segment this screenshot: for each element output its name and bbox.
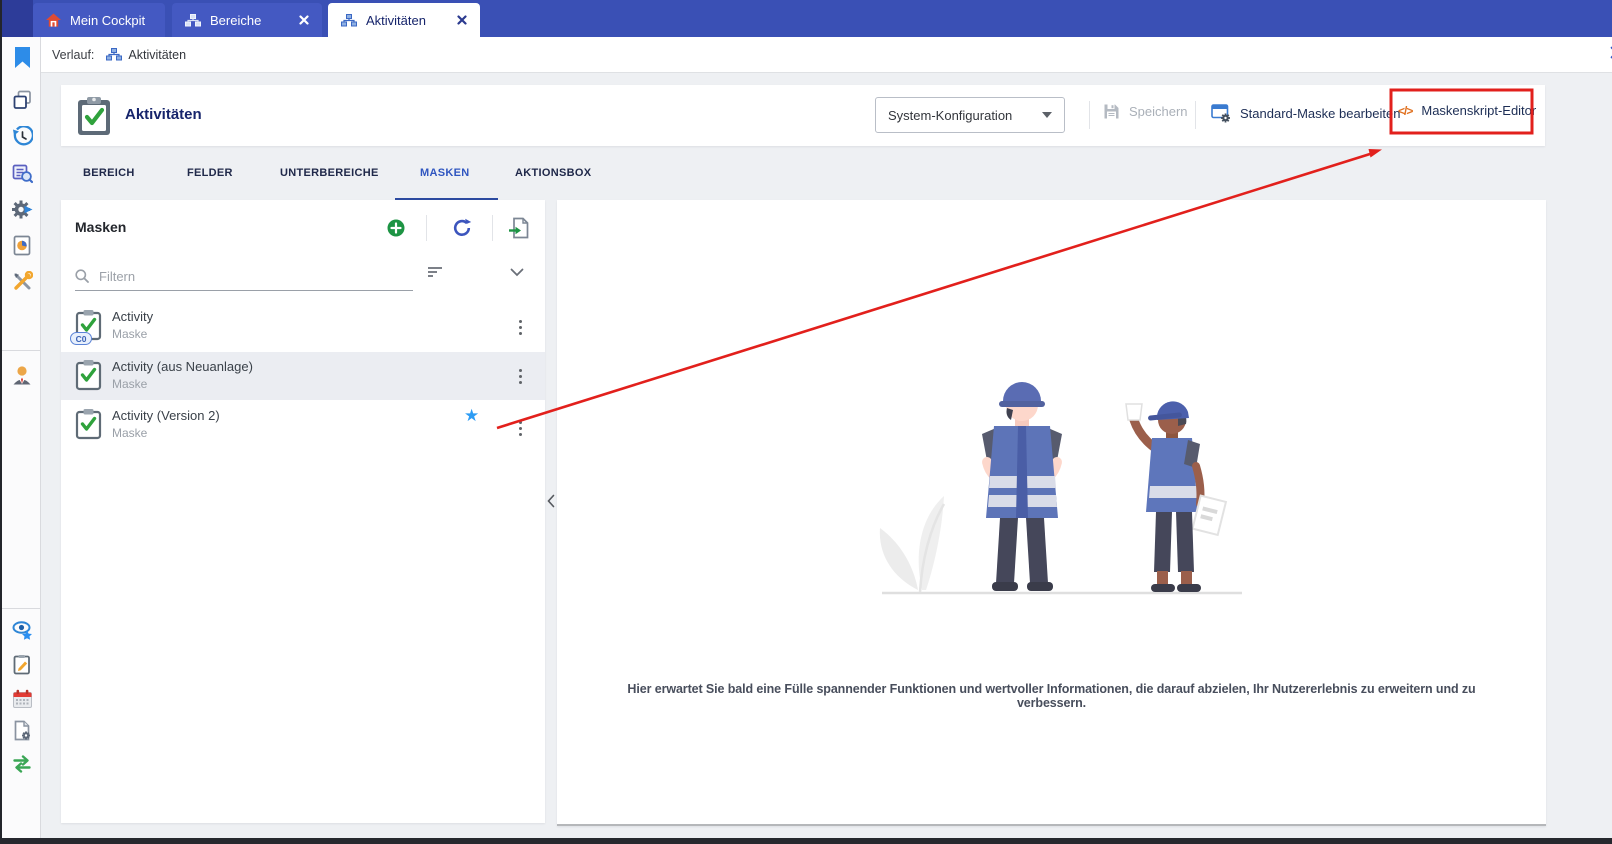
filter-input[interactable] xyxy=(97,268,413,285)
tab-unterbereiche[interactable]: UNTERBEREICHE xyxy=(280,167,379,179)
detail-panel: Hier erwartet Sie bald eine Fülle spanne… xyxy=(557,200,1546,826)
window-frame-left xyxy=(0,0,2,844)
mask-script-editor-button[interactable]: </> Maskenskript-Editor xyxy=(1398,103,1536,118)
verlauf-label: Verlauf: xyxy=(52,48,94,62)
toolbar-divider xyxy=(1089,101,1090,129)
window-tab-bar: Mein Cockpit Bereiche Aktivitäten xyxy=(0,0,1612,37)
kebab-menu-icon[interactable] xyxy=(512,364,528,388)
history-icon[interactable] xyxy=(10,124,34,148)
kebab-menu-icon[interactable] xyxy=(512,416,528,440)
workers-illustration xyxy=(860,368,1260,603)
mask-item-subtitle: Maske xyxy=(112,327,147,341)
tab-label: Bereiche xyxy=(210,13,261,28)
copy-pages-icon[interactable] xyxy=(10,88,34,112)
mask-item-subtitle: Maske xyxy=(112,426,147,440)
save-button[interactable]: Speichern xyxy=(1103,103,1188,120)
kebab-menu-icon[interactable] xyxy=(512,315,528,339)
configuration-dropdown[interactable]: System-Konfiguration xyxy=(875,97,1065,133)
window-frame-bottom xyxy=(0,838,1612,844)
page-header: Aktivitäten System-Konfiguration Speiche… xyxy=(61,85,1545,146)
mask-item-title: Activity (aus Neuanlage) xyxy=(112,359,253,374)
sync-icon[interactable] xyxy=(10,751,34,775)
masken-panel: Masken Activity Maske C0 xyxy=(61,200,545,823)
edit-default-mask-button[interactable]: Standard-Maske bearbeiten xyxy=(1211,103,1400,123)
tools-icon[interactable] xyxy=(10,269,34,293)
code-icon: </> xyxy=(1398,104,1412,118)
toolbar-divider xyxy=(426,215,427,241)
edit-default-mask-label: Standard-Maske bearbeiten xyxy=(1240,106,1400,121)
mask-list-item[interactable]: Activity (Version 2) Maske ★ xyxy=(61,400,545,451)
window-gear-icon xyxy=(1211,103,1231,123)
tab-label: Aktivitäten xyxy=(366,13,426,28)
verlauf-bar: Verlauf: Aktivitäten xyxy=(40,37,1612,73)
sort-icon[interactable] xyxy=(423,260,447,284)
import-button[interactable] xyxy=(507,216,531,240)
mask-item-title: Activity (Version 2) xyxy=(112,408,220,423)
bookmark-icon[interactable] xyxy=(10,45,34,69)
tab-aktionsbox[interactable]: AKTIONSBOX xyxy=(515,167,591,179)
tab-bereich[interactable]: BEREICH xyxy=(83,167,135,179)
chevron-down-icon[interactable] xyxy=(505,260,529,284)
sidebar xyxy=(2,37,41,838)
clipboard-check-icon xyxy=(75,359,102,396)
clipboard-check-icon xyxy=(75,95,113,142)
topbar-corner xyxy=(2,0,33,37)
mask-script-editor-label: Maskenskript-Editor xyxy=(1421,103,1536,118)
star-icon[interactable]: ★ xyxy=(464,406,479,426)
configuration-dropdown-value: System-Konfiguration xyxy=(888,108,1012,123)
report-chart-icon[interactable] xyxy=(10,233,34,257)
tab-aktivitaeten[interactable]: Aktivitäten xyxy=(328,3,480,37)
mask-item-title: Activity xyxy=(112,309,153,324)
eye-star-icon[interactable] xyxy=(10,618,34,642)
close-icon[interactable] xyxy=(457,15,467,25)
save-button-label: Speichern xyxy=(1129,104,1188,119)
toolbar-divider xyxy=(492,215,493,241)
sidebar-divider xyxy=(2,350,40,351)
mask-item-subtitle: Maske xyxy=(112,377,147,391)
chevron-down-icon xyxy=(1042,112,1052,118)
org-chart-icon xyxy=(106,48,122,61)
mask-list-item[interactable]: Activity (aus Neuanlage) Maske xyxy=(61,352,545,400)
document-gear-icon[interactable] xyxy=(10,718,34,742)
clipboard-check-icon xyxy=(75,408,102,445)
search-icon xyxy=(75,269,89,283)
search-list-icon[interactable] xyxy=(10,161,34,185)
tab-mein-cockpit[interactable]: Mein Cockpit xyxy=(33,3,165,37)
masken-panel-title: Masken xyxy=(75,219,126,235)
org-chart-icon xyxy=(341,14,357,27)
gear-run-icon[interactable] xyxy=(10,197,34,221)
empty-state-message: Hier erwartet Sie bald eine Fülle spanne… xyxy=(597,682,1506,710)
add-button[interactable] xyxy=(384,216,408,240)
user-icon[interactable] xyxy=(10,363,34,387)
page-title: Aktivitäten xyxy=(125,106,202,123)
filter-field xyxy=(75,262,413,291)
refresh-button[interactable] xyxy=(450,216,474,240)
verlauf-breadcrumb-item[interactable]: Aktivitäten xyxy=(128,48,186,62)
collapse-panel-chevron[interactable] xyxy=(545,486,557,516)
floppy-disk-icon xyxy=(1103,103,1120,120)
tab-felder[interactable]: FELDER xyxy=(187,167,233,179)
tab-masken[interactable]: MASKEN xyxy=(420,167,469,179)
home-icon xyxy=(46,13,61,27)
mask-item-badge: C0 xyxy=(70,332,92,345)
mask-list-item[interactable]: Activity Maske C0 xyxy=(61,301,545,352)
toolbar-divider xyxy=(1195,101,1196,129)
calendar-icon[interactable] xyxy=(10,686,34,710)
org-chart-icon xyxy=(185,14,201,27)
close-icon[interactable] xyxy=(299,15,309,25)
tab-label: Mein Cockpit xyxy=(70,13,145,28)
sidebar-divider xyxy=(2,608,40,609)
clipboard-edit-icon[interactable] xyxy=(10,652,34,676)
tab-bereiche[interactable]: Bereiche xyxy=(172,3,322,37)
